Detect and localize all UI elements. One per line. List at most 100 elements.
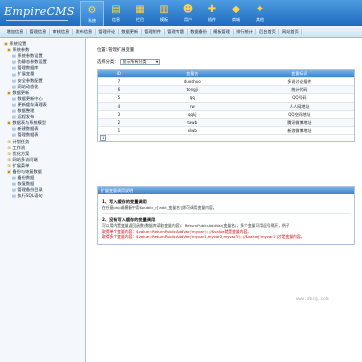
chevron-down-icon: ▼ [155, 60, 159, 64]
table-row[interactable]: 3 qqkj QQ空间地址 [98, 109, 354, 118]
watermark: www.dbsg.com [296, 297, 329, 302]
quick-link-4[interactable]: 管理评论 [96, 28, 119, 35]
sidebar-item-25[interactable]: ▤ 执行SQL语句 [2, 193, 83, 199]
quick-link-11[interactable]: 后台首页 [256, 28, 280, 35]
table-cell: 2 [117, 119, 121, 125]
page-icon: ▤ [12, 59, 16, 65]
page-icon: ▤ [12, 77, 16, 83]
folder-icon: ⊞ [7, 156, 11, 162]
gear-icon: ⚙ [87, 5, 97, 16]
nav-tab-label: 用户 [184, 17, 192, 22]
folder-icon: ⊞ [7, 138, 11, 144]
table-cell: 新浪微博地址 [287, 128, 312, 134]
sidebar-item-label: 执行SQL语句 [17, 193, 43, 199]
quick-link-6[interactable]: 管理附件 [142, 28, 165, 35]
table-row[interactable]: 4 rw 人人网地址 [98, 101, 354, 110]
col-id: ID [116, 71, 121, 76]
quick-link-9[interactable]: 模板管理 [211, 28, 234, 35]
nav-tab-4[interactable]: ☻ 用户 [176, 1, 200, 26]
category-select[interactable]: 显示所有分类 ▼ [120, 59, 161, 65]
nav-tab-5[interactable]: ✚ 插件 [200, 1, 224, 26]
folder-icon: ▣ [7, 47, 11, 53]
quick-link-1[interactable]: 管理信息 [27, 28, 50, 35]
quick-link-12[interactable]: 网站首页 [279, 28, 303, 35]
page-icon: ▤ [12, 65, 16, 71]
nav-tab-3[interactable]: ▥ 模板 [152, 1, 176, 26]
document-icon: ▤ [111, 4, 121, 15]
table-cell[interactable]: xlwb [140, 127, 245, 134]
table-cell: 腾讯微博地址 [287, 119, 312, 125]
table-cell[interactable]: qq [140, 94, 245, 101]
nav-tab-0[interactable]: ⚙ 系统 [80, 1, 104, 26]
folder-icon: ▣ [4, 41, 8, 47]
quick-links-bar: 增加信息 管理信息 审核信息 发布信息 管理评论 数据更新 管理附件 管理专题 数据备份 模板管理… [0, 26, 362, 38]
table-cell: QQ号码 [292, 95, 307, 101]
logo[interactable]: EmpireCMS [4, 5, 75, 18]
page-icon: ▤ [12, 132, 16, 138]
quick-link-0[interactable]: 增加信息 [4, 28, 27, 35]
shop-icon: ◆ [232, 4, 240, 15]
page-icon: ▤ [12, 101, 16, 107]
vars-table: ID 变量名 变量标识 7 duoshuo 多说讨论插件 6 tongji 统计代码 5 qq… [97, 69, 355, 143]
table-row[interactable]: 5 qq QQ号码 [98, 93, 354, 102]
header-bar: EmpireCMS ⚙ 系统 ▤ 信息 ▦ 栏目 ▥ 模板 ☻ 用户 ✚ 插件 ◆ 商城 ✦ 其他 [0, 0, 362, 26]
table-cell: 5 [117, 95, 121, 101]
folder-icon: ⊞ [7, 150, 11, 156]
quick-link-10[interactable]: 排行统计 [234, 28, 257, 35]
user-icon: ☻ [182, 4, 194, 15]
template-icon: ▥ [159, 4, 169, 15]
help-body: 1、写入缓存的变量调用 在任意php或模板中用$public_r['add_变量… [98, 194, 354, 244]
folder-icon: ▦ [135, 4, 145, 15]
category-select-value: 显示所有分类 [122, 59, 147, 64]
table-cell: 3 [117, 111, 121, 117]
nav-tab-label: 其他 [256, 17, 264, 22]
table-cell[interactable]: tongji [140, 86, 245, 93]
help-panel: 扩展变量调用说明 1、写入缓存的变量调用 在任意php或模板中用$public_… [97, 186, 355, 245]
table-cell: 4 [117, 103, 121, 109]
help-section-1-text: 在任意php或模板中用$public_r['add_变量名']即可调用变量内容。 [102, 205, 217, 210]
quick-link-7[interactable]: 管理专题 [165, 28, 188, 35]
page-number[interactable]: 1 [100, 135, 107, 142]
nav-tab-label: 信息 [112, 17, 120, 22]
col-var-name: 变量名 [186, 71, 199, 76]
table-cell: 多说讨论插件 [287, 79, 312, 84]
nav-tab-label: 插件 [208, 17, 216, 22]
table-row[interactable]: 1 xlwb 新浪微博地址 [98, 126, 354, 135]
folder-icon: ⊞ [7, 162, 11, 168]
plugin-icon: ✚ [207, 4, 217, 15]
page-icon: ▤ [12, 53, 16, 59]
table-cell: 人人网地址 [289, 103, 310, 109]
quick-link-5[interactable]: 数据更新 [119, 28, 142, 35]
nav-tab-2[interactable]: ▦ 栏目 [128, 1, 152, 26]
page-icon: ▤ [12, 71, 16, 77]
col-var-label: 变量标识 [291, 71, 308, 76]
table-row[interactable]: 6 tongji 统计代码 [98, 85, 354, 94]
folder-icon: ▣ [7, 89, 11, 95]
table-row[interactable]: 2 txwb 腾讯微博地址 [98, 117, 354, 127]
category-filter: 选择分类： 显示所有分类 ▼ [97, 59, 161, 65]
nav-tab-6[interactable]: ◆ 商城 [224, 1, 248, 26]
table-cell: 1 [117, 128, 121, 134]
help-title: 扩展变量调用说明 [98, 187, 354, 194]
table-cell[interactable]: duoshuo [140, 78, 245, 85]
nav-tab-7[interactable]: ✦ 其他 [248, 1, 272, 26]
table-cell[interactable]: qqkj [140, 111, 245, 118]
table-cell: QQ空间地址 [288, 111, 311, 117]
quick-link-3[interactable]: 发布信息 [73, 28, 96, 35]
page-icon: ▤ [12, 181, 16, 187]
table-cell[interactable]: rw [140, 103, 245, 110]
page-icon: ▤ [12, 175, 16, 181]
table-header: ID 变量名 变量标识 [98, 70, 354, 77]
folder-icon: ⊞ [7, 144, 11, 150]
nav-tab-1[interactable]: ▤ 信息 [104, 1, 128, 26]
quick-link-2[interactable]: 审核信息 [50, 28, 73, 35]
page-icon: ▤ [12, 193, 16, 199]
folder-icon: ▣ [7, 169, 11, 175]
table-cell[interactable]: txwb [140, 119, 245, 126]
table-row[interactable]: 7 duoshuo 多说讨论插件 [98, 77, 354, 86]
breadcrumb: 位置: 管理扩展变量 [97, 48, 135, 53]
nav-tab-label: 商城 [232, 17, 240, 22]
quick-link-8[interactable]: 数据备份 [188, 28, 211, 35]
page-icon: ▤ [12, 187, 16, 193]
table-cell: 7 [117, 79, 121, 84]
